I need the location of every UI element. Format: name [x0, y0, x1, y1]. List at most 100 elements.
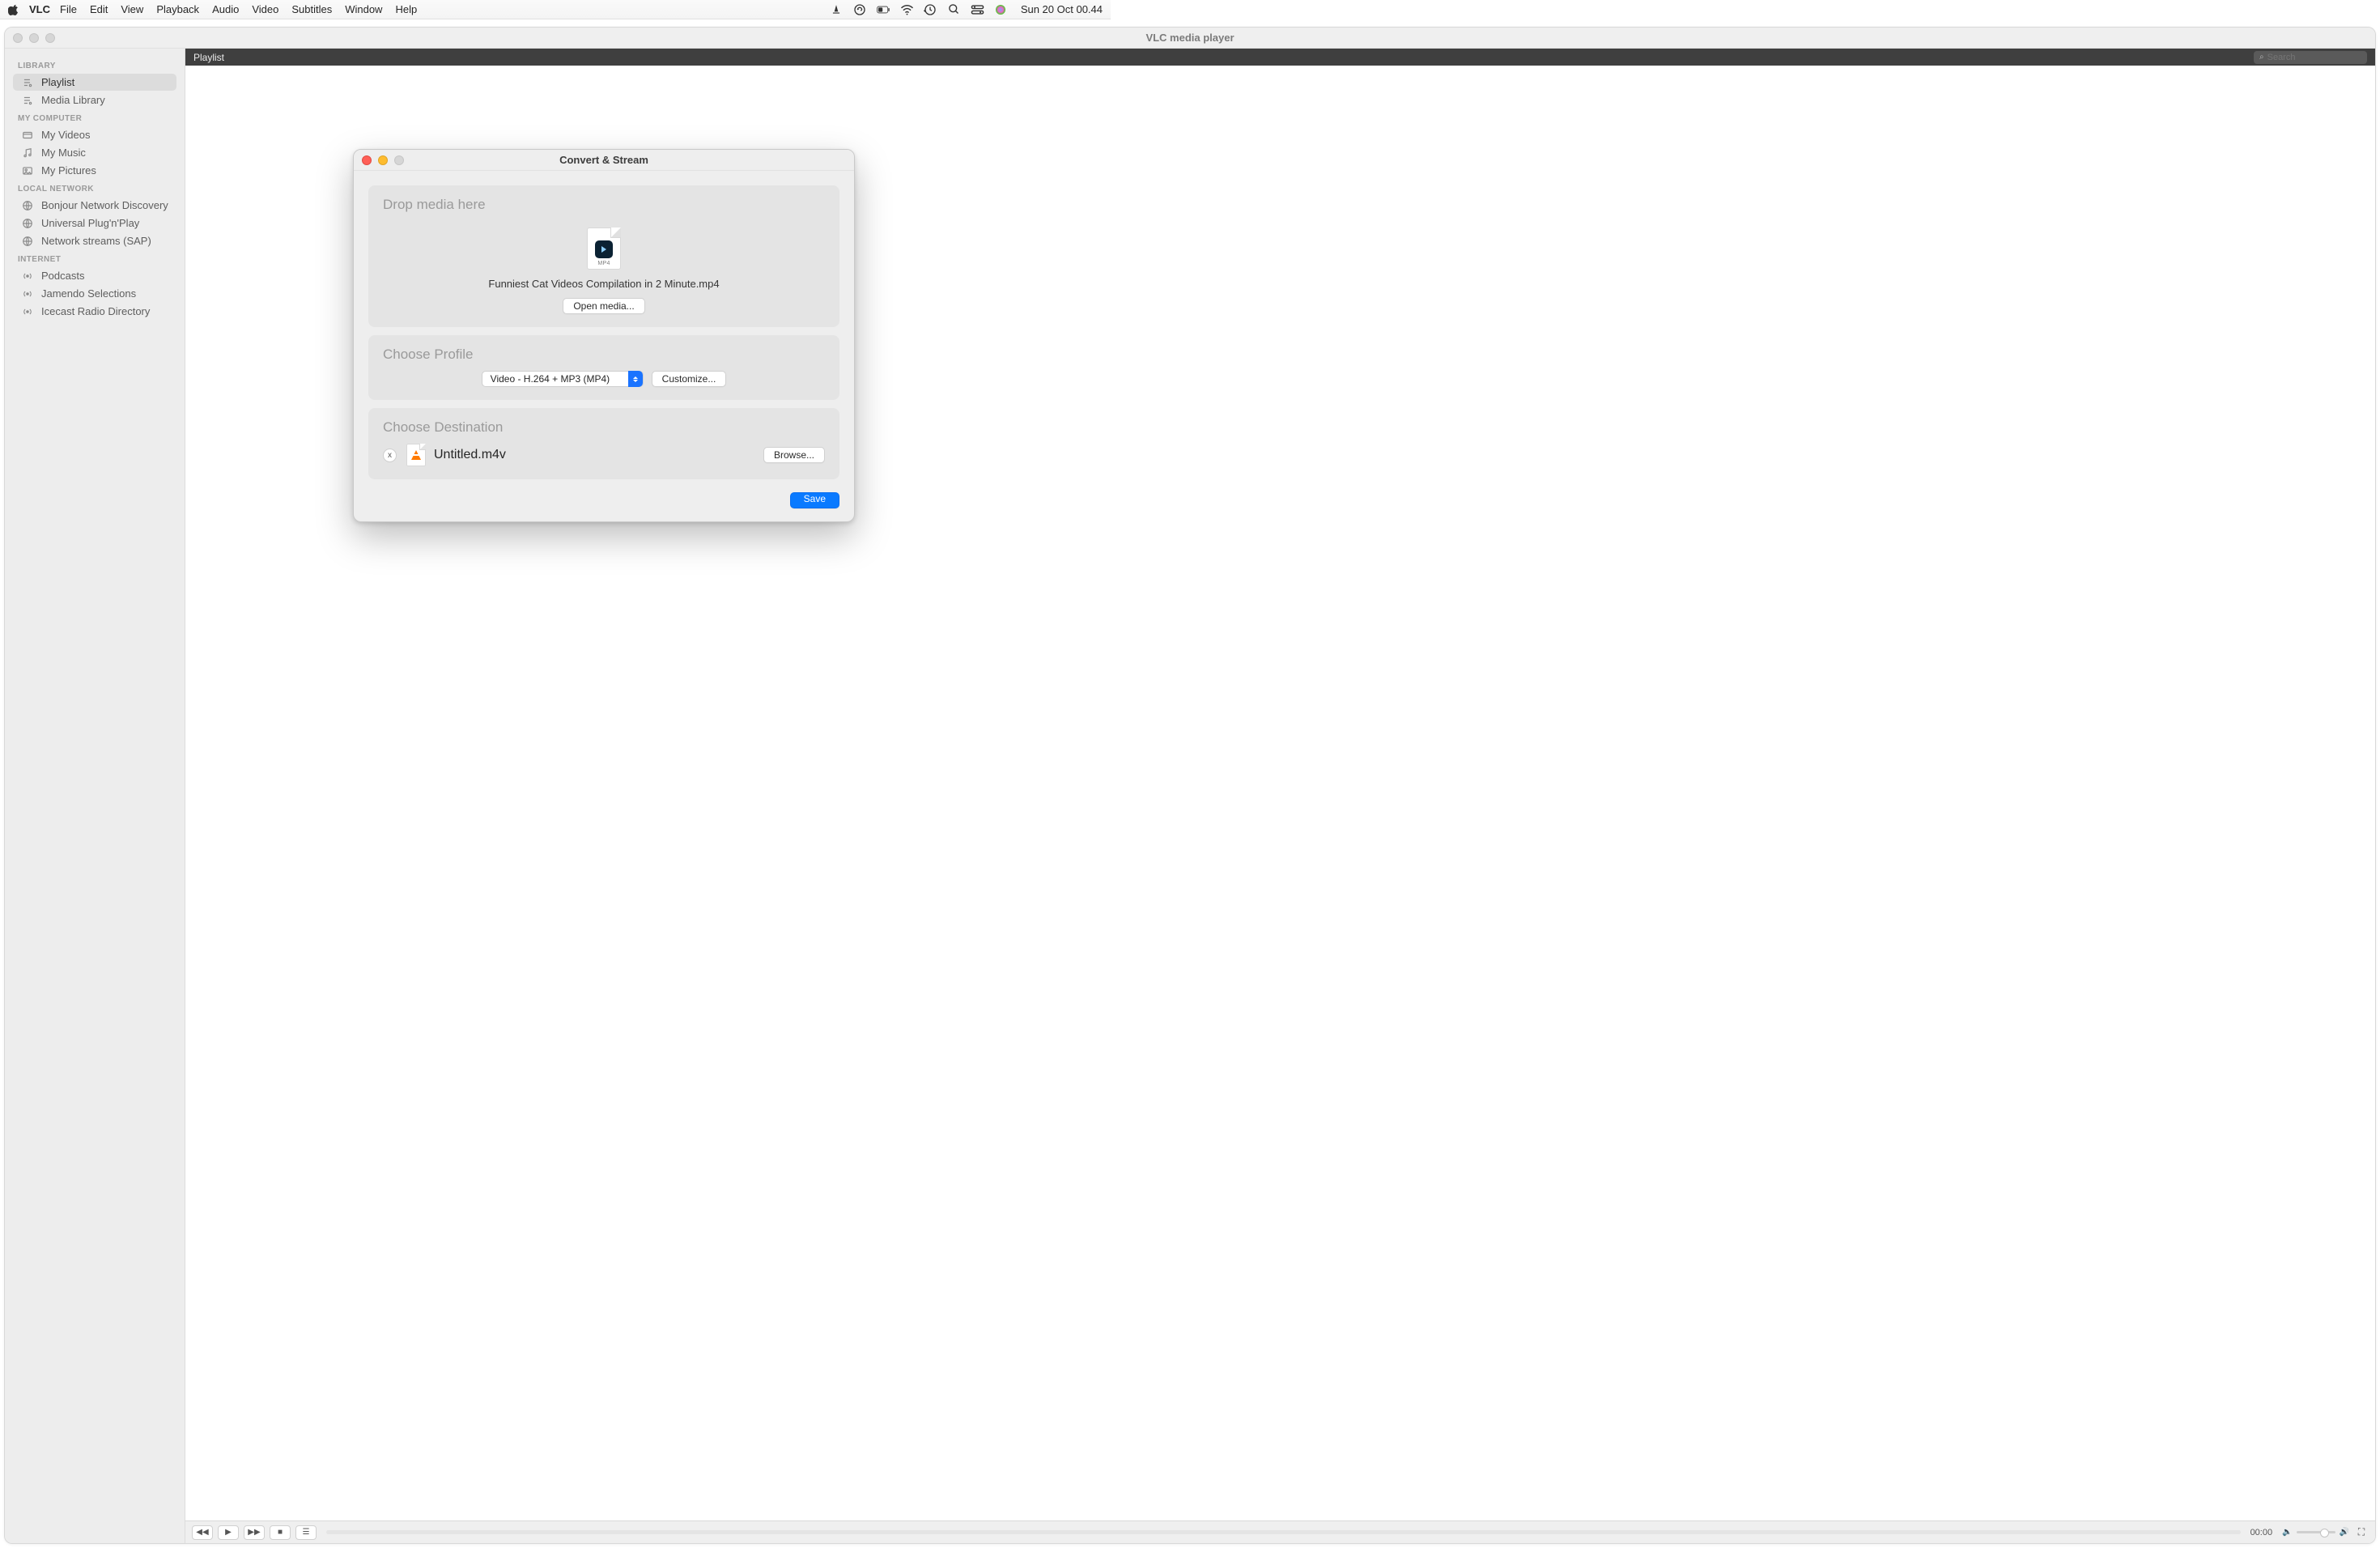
network-icon: [21, 218, 34, 229]
convert-stream-dialog: Convert & Stream Drop media here MP4 Fun…: [353, 149, 855, 522]
menu-file[interactable]: File: [60, 3, 77, 15]
sidebar-item-label: Playlist: [41, 76, 74, 88]
sidebar-item-playlist[interactable]: Playlist: [13, 74, 176, 91]
prev-button[interactable]: ◀◀: [192, 1525, 213, 1540]
sidebar-item-label: Icecast Radio Directory: [41, 305, 150, 317]
drop-zone[interactable]: MP4 Funniest Cat Videos Compilation in 2…: [383, 221, 825, 314]
menubar-clock[interactable]: Sun 20 Oct 00.44: [1021, 3, 1103, 15]
sidebar-item-my-music[interactable]: My Music: [13, 144, 176, 161]
menu-edit[interactable]: Edit: [90, 3, 108, 15]
sidebar-item-upnp[interactable]: Universal Plug'n'Play: [13, 215, 176, 232]
sidebar-item-label: My Videos: [41, 129, 90, 141]
wifi-icon[interactable]: [900, 2, 914, 16]
menu-audio[interactable]: Audio: [212, 3, 239, 15]
fullscreen-button[interactable]: ⛶: [2354, 1525, 2369, 1540]
play-button[interactable]: ▶: [218, 1525, 239, 1540]
sidebar-item-media-library[interactable]: Media Library: [13, 91, 176, 108]
broadcast-icon: [21, 270, 34, 282]
menu-video[interactable]: Video: [252, 3, 278, 15]
timemachine-icon[interactable]: [924, 2, 937, 16]
window-title: VLC media player: [5, 32, 2375, 44]
sidebar: LIBRARY Playlist Media Library MY COMPUT…: [5, 49, 185, 1543]
search-icon: ⌕: [2259, 53, 2264, 62]
playlist-icon: [21, 95, 34, 106]
pictures-icon: [21, 165, 34, 176]
choose-profile-card: Choose Profile Video - H.264 + MP3 (MP4)…: [368, 335, 839, 400]
volume-max-icon[interactable]: 🔊: [2340, 1528, 2349, 1537]
broadcast-icon: [21, 306, 34, 317]
sidebar-item-my-videos[interactable]: My Videos: [13, 126, 176, 143]
apple-menu-icon[interactable]: [8, 4, 19, 15]
playlist-header-label: Playlist: [193, 52, 224, 63]
cloud-sync-icon[interactable]: [853, 2, 867, 16]
mute-icon[interactable]: 🔈: [2282, 1528, 2292, 1537]
dialog-close[interactable]: [362, 155, 372, 165]
traffic-zoom[interactable]: [45, 33, 55, 43]
menu-subtitles[interactable]: Subtitles: [291, 3, 332, 15]
search-input[interactable]: [2267, 53, 2361, 62]
sidebar-item-label: Jamendo Selections: [41, 287, 136, 300]
sidebar-item-label: My Pictures: [41, 164, 96, 176]
sidebar-group-localnetwork: LOCAL NETWORK: [10, 180, 180, 196]
traffic-minimize[interactable]: [29, 33, 39, 43]
sidebar-item-sap[interactable]: Network streams (SAP): [13, 232, 176, 249]
sidebar-group-internet: INTERNET: [10, 250, 180, 266]
seek-bar[interactable]: [326, 1530, 2241, 1534]
dialog-minimize[interactable]: [378, 155, 388, 165]
save-button[interactable]: Save: [790, 492, 839, 508]
profile-heading: Choose Profile: [383, 347, 825, 363]
battery-icon[interactable]: [877, 2, 890, 16]
playlist-button[interactable]: ☰: [295, 1525, 317, 1540]
drop-media-card: Drop media here MP4 Funniest Cat Videos …: [368, 185, 839, 327]
customize-button[interactable]: Customize...: [652, 371, 727, 387]
playlist-icon: [21, 77, 34, 88]
menu-window[interactable]: Window: [345, 3, 382, 15]
stop-button[interactable]: ■: [270, 1525, 291, 1540]
volume-slider[interactable]: [2297, 1531, 2335, 1533]
sidebar-item-label: Network streams (SAP): [41, 235, 151, 247]
dialog-title: Convert & Stream: [354, 154, 854, 166]
select-arrows-icon: [628, 371, 643, 387]
sidebar-item-label: My Music: [41, 147, 86, 159]
sidebar-item-label: Bonjour Network Discovery: [41, 199, 168, 211]
sidebar-item-jamendo[interactable]: Jamendo Selections: [13, 285, 176, 302]
control-center-icon[interactable]: [971, 2, 984, 16]
destination-file-name: Untitled.m4v: [434, 448, 506, 462]
profile-select[interactable]: Video - H.264 + MP3 (MP4): [482, 371, 644, 387]
clear-destination-button[interactable]: x: [383, 449, 397, 462]
playlist-search[interactable]: ⌕: [2254, 51, 2367, 64]
quicktime-icon: [595, 240, 613, 258]
sidebar-group-library: LIBRARY: [10, 57, 180, 73]
open-media-button[interactable]: Open media...: [563, 298, 644, 314]
playlist-header: Playlist ⌕: [185, 49, 2375, 66]
app-name[interactable]: VLC: [29, 3, 50, 15]
destination-heading: Choose Destination: [383, 419, 825, 436]
dialog-titlebar: Convert & Stream: [354, 150, 854, 171]
traffic-close[interactable]: [13, 33, 23, 43]
vlc-file-icon: [406, 444, 426, 466]
menu-playback[interactable]: Playback: [156, 3, 199, 15]
browse-button[interactable]: Browse...: [763, 447, 825, 463]
time-display: 00:00: [2250, 1528, 2273, 1537]
file-ext-label: MP4: [597, 261, 610, 266]
window-titlebar: VLC media player: [5, 28, 2375, 49]
sidebar-item-icecast[interactable]: Icecast Radio Directory: [13, 303, 176, 320]
menu-help[interactable]: Help: [395, 3, 417, 15]
vlc-tray-icon[interactable]: [830, 2, 844, 16]
drop-heading: Drop media here: [383, 197, 825, 213]
playback-bar: ◀◀ ▶ ▶▶ ■ ☰ 00:00 🔈 🔊 ⛶: [185, 1520, 2375, 1543]
broadcast-icon: [21, 288, 34, 300]
menubar-status-area: Sun 20 Oct 00.44: [830, 2, 1103, 16]
sidebar-group-mycomputer: MY COMPUTER: [10, 109, 180, 125]
menu-view[interactable]: View: [121, 3, 143, 15]
media-file-icon: MP4: [587, 228, 621, 270]
next-button[interactable]: ▶▶: [244, 1525, 265, 1540]
network-icon: [21, 200, 34, 211]
spotlight-icon[interactable]: [947, 2, 961, 16]
profile-selected-label: Video - H.264 + MP3 (MP4): [491, 373, 610, 385]
sidebar-item-my-pictures[interactable]: My Pictures: [13, 162, 176, 179]
sidebar-item-bonjour[interactable]: Bonjour Network Discovery: [13, 197, 176, 214]
sidebar-item-podcasts[interactable]: Podcasts: [13, 267, 176, 284]
siri-icon[interactable]: [994, 2, 1008, 16]
dialog-zoom: [394, 155, 404, 165]
